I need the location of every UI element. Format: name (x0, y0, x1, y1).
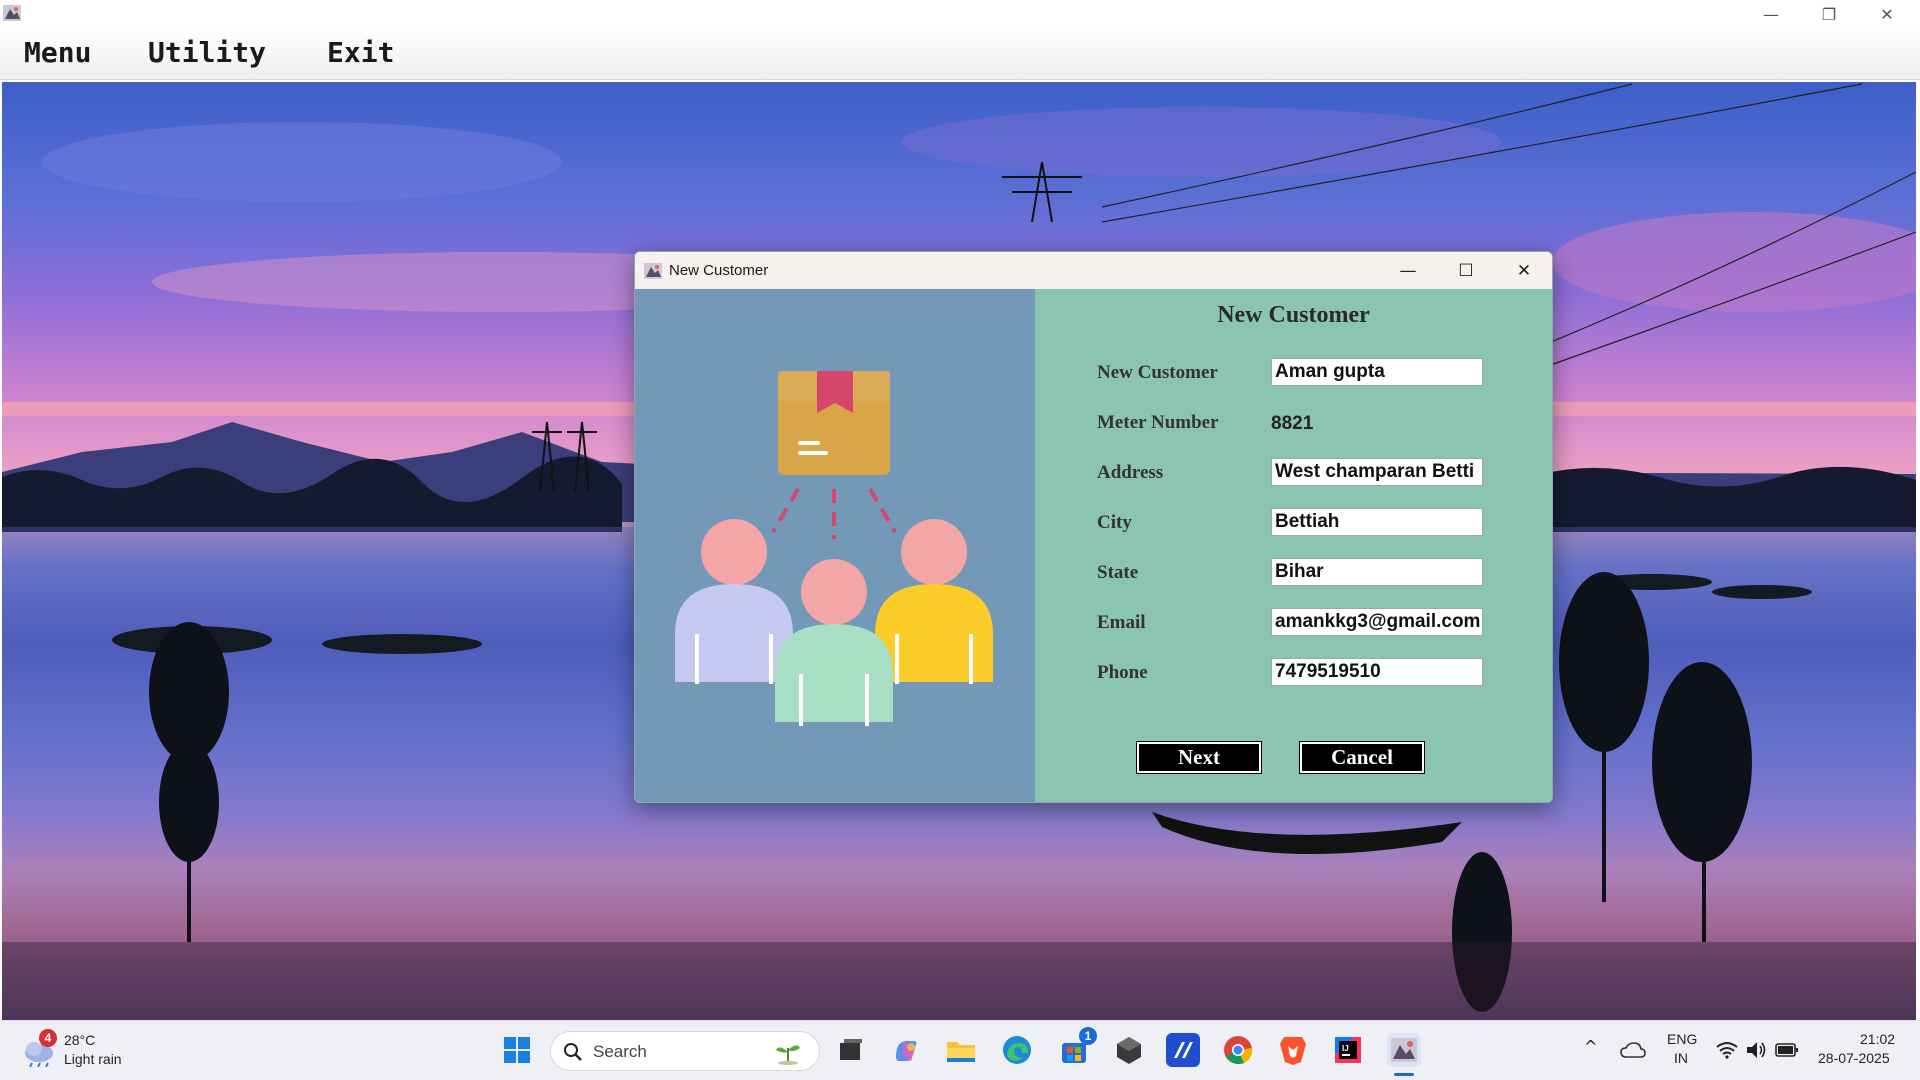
dialog-maximize-button[interactable]: ☐ (1437, 252, 1495, 289)
search-placeholder: Search (593, 1042, 647, 1061)
next-button[interactable]: Next (1136, 741, 1262, 774)
dialog-minimize-button[interactable]: — (1379, 252, 1437, 289)
label-email: Email (1097, 612, 1146, 633)
taskbar: 4 28°C Light rain Search 1 IJ ^ ENG IN 2… (0, 1020, 1920, 1080)
file-explorer-icon[interactable] (944, 1033, 978, 1067)
region-indicator[interactable]: IN (1674, 1050, 1688, 1066)
vscode-like-icon[interactable] (1166, 1033, 1200, 1067)
menu-item-utility[interactable]: Utility (148, 36, 266, 69)
search-icon (564, 1043, 582, 1061)
label-address: Address (1097, 462, 1164, 483)
menubar: Menu Utility Exit (0, 28, 1920, 80)
app-titlebar: — ❐ ✕ (0, 0, 1920, 28)
close-button[interactable]: ✕ (1858, 0, 1916, 28)
edge-icon[interactable] (1000, 1033, 1034, 1067)
store-icon[interactable]: 1 (1057, 1027, 1097, 1067)
brave-icon[interactable] (1276, 1033, 1310, 1067)
meter-number-value: 8821 (1271, 413, 1314, 434)
volume-icon[interactable] (1745, 1040, 1767, 1060)
battery-icon[interactable] (1775, 1042, 1799, 1058)
label-phone: Phone (1097, 662, 1148, 683)
restore-button[interactable]: ❐ (1800, 0, 1858, 28)
cancel-button[interactable]: Cancel (1299, 741, 1425, 774)
state-input[interactable]: Bihar (1271, 558, 1483, 586)
address-input[interactable]: West champaran Betti (1271, 458, 1483, 486)
weather-condition: Light rain (64, 1051, 122, 1067)
weather-badge: 4 (39, 1029, 57, 1047)
intellij-icon[interactable]: IJ (1331, 1033, 1365, 1067)
label-state: State (1097, 562, 1139, 583)
customer-name-input[interactable]: Aman gupta (1271, 358, 1483, 386)
copilot-icon[interactable] (889, 1033, 923, 1067)
dialog-titlebar: New Customer — ☐ ✕ (635, 252, 1552, 289)
email-input[interactable]: amankkg3@gmail.com (1271, 608, 1483, 636)
language-indicator[interactable]: ENG (1667, 1031, 1697, 1047)
phone-input[interactable]: 7479519510 (1271, 658, 1483, 686)
city-input[interactable]: Bettiah (1271, 508, 1483, 536)
illustration-panel (635, 289, 1035, 802)
chevron-up-icon[interactable]: ^ (1584, 1037, 1597, 1056)
minimize-button[interactable]: — (1742, 0, 1800, 28)
label-meter-number: Meter Number (1097, 412, 1219, 433)
clock-date[interactable]: 28-07-2025 (1818, 1050, 1890, 1066)
clock-time[interactable]: 21:02 (1860, 1031, 1895, 1047)
chrome-icon[interactable] (1221, 1033, 1255, 1067)
form-panel: New Customer New Customer Aman gupta Met… (1035, 289, 1552, 802)
app-icon (3, 5, 21, 21)
active-app-indicator (1394, 1073, 1414, 1076)
label-city: City (1097, 512, 1132, 533)
label-customer-name: New Customer (1097, 362, 1218, 383)
dialog-close-button[interactable]: ✕ (1495, 252, 1552, 289)
new-customer-dialog: New Customer — ☐ ✕ New Customer New Cust… (634, 251, 1553, 803)
weather-widget[interactable]: 4 28°C Light rain (20, 1029, 140, 1073)
java-app-icon[interactable] (1387, 1033, 1421, 1067)
dialog-title: New Customer (669, 262, 769, 279)
windows-icon (504, 1037, 530, 1063)
start-button[interactable] (500, 1033, 534, 1067)
svg-text:IJ: IJ (1342, 1044, 1349, 1053)
menu-item-menu[interactable]: Menu (24, 36, 91, 69)
plant-icon (776, 1045, 800, 1065)
customers-illustration (675, 371, 993, 726)
onedrive-cloud-icon[interactable] (1620, 1041, 1646, 1059)
form-heading: New Customer (1217, 302, 1370, 328)
task-view-icon[interactable] (834, 1033, 868, 1067)
wifi-icon[interactable] (1716, 1041, 1738, 1059)
app-icon (644, 263, 662, 279)
store-badge: 1 (1079, 1027, 1097, 1045)
menu-item-exit[interactable]: Exit (327, 36, 394, 69)
taskbar-search[interactable]: Search (550, 1031, 820, 1071)
weather-temperature: 28°C (64, 1032, 96, 1048)
unity-icon[interactable] (1112, 1033, 1146, 1067)
